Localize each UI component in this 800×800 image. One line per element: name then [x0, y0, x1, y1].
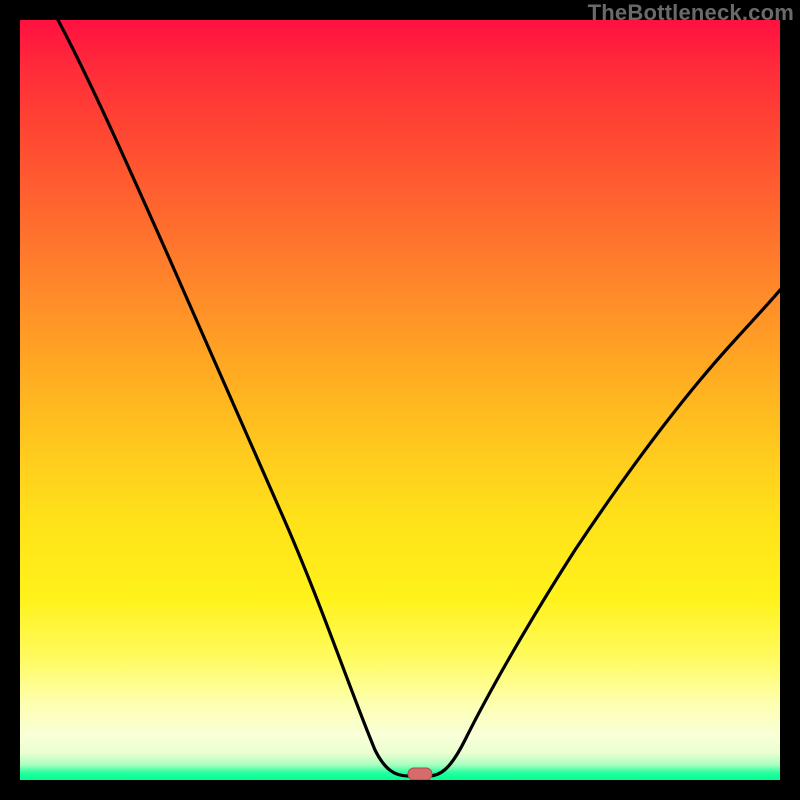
- plot-area: [20, 20, 780, 780]
- curve-svg: [20, 20, 780, 780]
- min-marker: [408, 768, 432, 780]
- bottleneck-curve: [58, 20, 780, 776]
- chart-stage: TheBottleneck.com: [0, 0, 800, 800]
